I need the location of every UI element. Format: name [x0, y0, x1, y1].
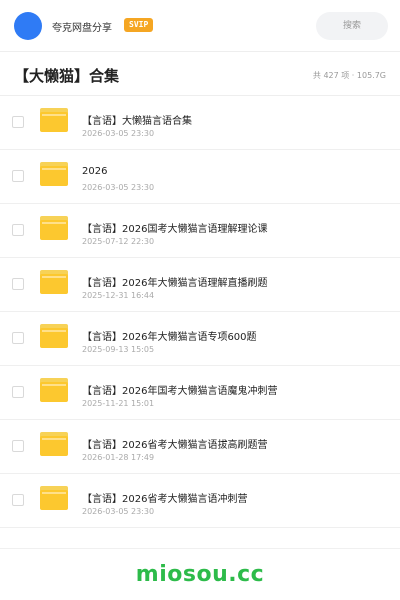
page-title: 【大懒猫】合集	[14, 67, 120, 85]
select-checkbox[interactable]	[12, 440, 24, 452]
item-count-size: 共 427 项 · 105.7G	[312, 71, 386, 80]
select-checkbox[interactable]	[12, 278, 24, 290]
folder-name[interactable]: 2026	[82, 166, 107, 177]
folder-icon	[40, 108, 68, 132]
select-checkbox[interactable]	[12, 332, 24, 344]
select-checkbox[interactable]	[12, 170, 24, 182]
file-list: 【言语】大懒猫言语合集 2026-03-05 23:30 2026 2026-0…	[0, 96, 400, 528]
footer-divider	[0, 548, 400, 549]
list-item[interactable]: 【言语】2026国考大懒猫言语理解理论课 2025-07-12 22:30	[0, 204, 400, 258]
folder-date: 2026-03-05 23:30	[82, 183, 155, 192]
list-item[interactable]: 【言语】大懒猫言语合集 2026-03-05 23:30	[0, 96, 400, 150]
folder-name[interactable]: 【言语】大懒猫言语合集	[82, 112, 192, 127]
folder-date: 2026-03-05 23:30	[82, 129, 155, 138]
list-item[interactable]: 【言语】2026省考大懒猫言语拔高刷题营 2026-01-28 17:49	[0, 420, 400, 474]
top-bar: 夸克网盘分享 SVIP 搜索	[0, 0, 400, 52]
folder-icon	[40, 324, 68, 348]
folder-name[interactable]: 【言语】2026年大懒猫言语理解直播刷题	[82, 274, 267, 289]
list-item[interactable]: 【言语】2026年大懒猫言语理解直播刷题 2025-12-31 16:44	[0, 258, 400, 312]
select-checkbox[interactable]	[12, 494, 24, 506]
list-item[interactable]: 【言语】2026省考大懒猫言语冲刺营 2026-03-05 23:30	[0, 474, 400, 528]
list-item[interactable]: 【言语】2026年大懒猫言语专项600题 2025-09-13 15:05	[0, 312, 400, 366]
folder-date: 2026-01-28 17:49	[82, 453, 155, 462]
folder-date: 2026-03-05 23:30	[82, 507, 155, 516]
folder-name[interactable]: 【言语】2026省考大懒猫言语拔高刷题营	[82, 436, 267, 451]
select-checkbox[interactable]	[12, 224, 24, 236]
folder-name[interactable]: 【言语】2026年国考大懒猫言语魔鬼冲刺营	[82, 382, 277, 397]
list-item[interactable]: 2026 2026-03-05 23:30	[0, 150, 400, 204]
folder-icon	[40, 486, 68, 510]
select-checkbox[interactable]	[12, 386, 24, 398]
folder-name[interactable]: 【言语】2026年大懒猫言语专项600题	[82, 328, 257, 343]
select-checkbox[interactable]	[12, 116, 24, 128]
title-bar: 【大懒猫】合集 共 427 项 · 105.7G	[0, 52, 400, 96]
folder-date: 2025-11-21 15:01	[82, 399, 155, 408]
site-watermark: miosou.cc	[135, 562, 265, 587]
folder-name[interactable]: 【言语】2026国考大懒猫言语理解理论课	[82, 220, 267, 235]
folder-date: 2025-09-13 15:05	[82, 345, 155, 354]
folder-date: 2025-12-31 16:44	[82, 291, 155, 300]
folder-icon	[40, 216, 68, 240]
list-item[interactable]: 【言语】2026年国考大懒猫言语魔鬼冲刺营 2025-11-21 15:01	[0, 366, 400, 420]
app-name: 夸克网盘分享	[52, 23, 112, 34]
search-button[interactable]: 搜索	[316, 12, 388, 40]
folder-icon	[40, 270, 68, 294]
folder-date: 2025-07-12 22:30	[82, 237, 155, 246]
svip-badge: SVIP	[124, 18, 154, 32]
folder-icon	[40, 378, 68, 402]
avatar[interactable]	[14, 12, 42, 40]
folder-name[interactable]: 【言语】2026省考大懒猫言语冲刺营	[82, 490, 247, 505]
folder-icon	[40, 162, 68, 186]
folder-icon	[40, 432, 68, 456]
